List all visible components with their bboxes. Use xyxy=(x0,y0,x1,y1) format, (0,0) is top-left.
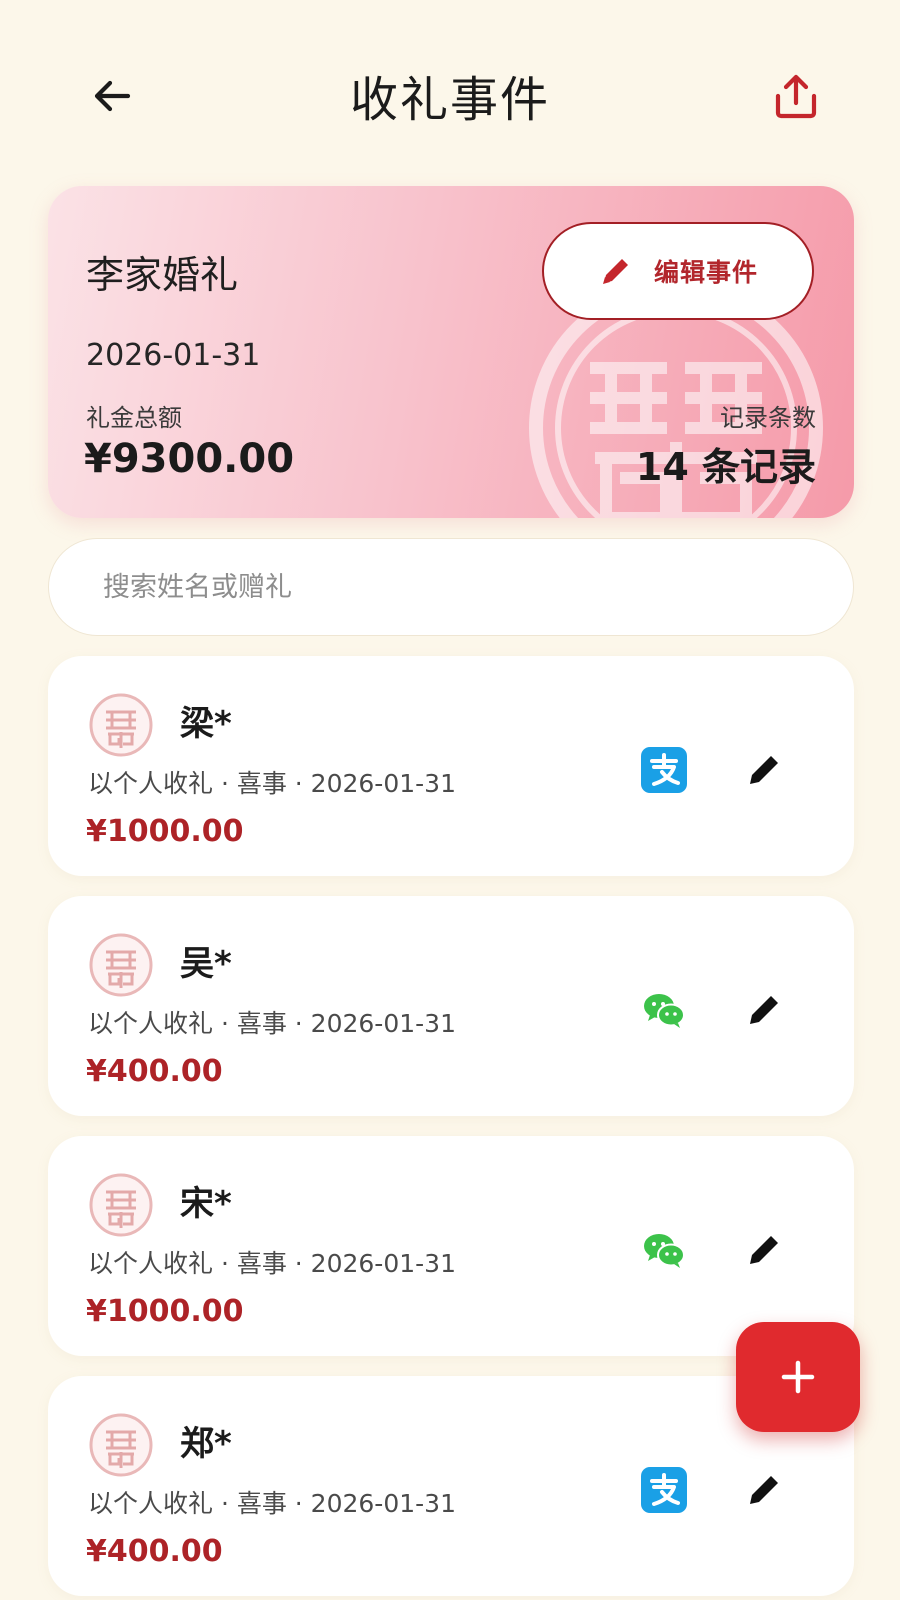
pencil-icon xyxy=(750,756,778,784)
pencil-icon xyxy=(750,996,778,1024)
record-amount: ¥1000.00 xyxy=(86,1294,244,1329)
edit-record-button[interactable] xyxy=(738,1464,790,1516)
alipay-icon xyxy=(640,1466,688,1514)
plus-icon xyxy=(781,1360,815,1394)
record-amount: ¥400.00 xyxy=(86,1054,223,1089)
search-bar xyxy=(48,538,854,636)
avatar-icon xyxy=(89,1173,153,1237)
wechat-pay-icon xyxy=(640,986,688,1034)
gift-record-card[interactable]: 宋* 以个人收礼 · 喜事 · 2026-01-31 ¥1000.00 xyxy=(48,1136,854,1356)
avatar-icon xyxy=(89,693,153,757)
gift-record-card[interactable]: 吴* 以个人收礼 · 喜事 · 2026-01-31 ¥400.00 xyxy=(48,896,854,1116)
pencil-icon xyxy=(750,1476,778,1504)
share-button[interactable] xyxy=(764,64,828,128)
edit-record-button[interactable] xyxy=(738,1224,790,1276)
edit-record-button[interactable] xyxy=(738,984,790,1036)
record-meta: 以个人收礼 · 喜事 · 2026-01-31 xyxy=(88,1489,456,1518)
record-count-value: 14 条记录 xyxy=(635,445,816,489)
record-name: 郑* xyxy=(180,1424,232,1464)
gift-record-card[interactable]: 郑* 以个人收礼 · 喜事 · 2026-01-31 ¥400.00 xyxy=(48,1376,854,1596)
add-record-button[interactable] xyxy=(736,1322,860,1432)
edit-event-button[interactable]: 编辑事件 xyxy=(542,222,814,320)
wechat-pay-icon xyxy=(640,1226,688,1274)
record-name: 吴* xyxy=(180,944,232,984)
record-name: 梁* xyxy=(180,704,232,744)
alipay-icon xyxy=(640,746,688,794)
pencil-icon xyxy=(602,259,628,284)
record-meta: 以个人收礼 · 喜事 · 2026-01-31 xyxy=(88,1009,456,1038)
record-amount: ¥1000.00 xyxy=(86,814,244,849)
edit-event-label: 编辑事件 xyxy=(653,258,758,287)
app-header: 收礼事件 xyxy=(0,0,900,190)
record-meta: 以个人收礼 · 喜事 · 2026-01-31 xyxy=(88,1249,456,1278)
record-name: 宋* xyxy=(180,1184,232,1224)
event-summary-card: 李家婚礼 2026-01-31 礼金总额 ¥9300.00 记录条数 14 条记… xyxy=(48,186,854,518)
event-date: 2026-01-31 xyxy=(86,338,261,373)
gift-record-card[interactable]: 梁* 以个人收礼 · 喜事 · 2026-01-31 ¥1000.00 xyxy=(48,656,854,876)
record-amount: ¥400.00 xyxy=(86,1534,223,1569)
record-meta: 以个人收礼 · 喜事 · 2026-01-31 xyxy=(88,769,456,798)
event-name: 李家婚礼 xyxy=(86,253,239,297)
total-amount-label: 礼金总额 xyxy=(86,404,182,432)
avatar-icon xyxy=(89,933,153,997)
edit-record-button[interactable] xyxy=(738,744,790,796)
total-amount-value: ¥9300.00 xyxy=(84,436,295,482)
search-input[interactable] xyxy=(49,539,853,635)
share-upload-icon xyxy=(775,74,817,119)
pencil-icon xyxy=(750,1236,778,1264)
avatar-icon xyxy=(89,1413,153,1477)
record-count-label: 记录条数 xyxy=(720,404,816,432)
